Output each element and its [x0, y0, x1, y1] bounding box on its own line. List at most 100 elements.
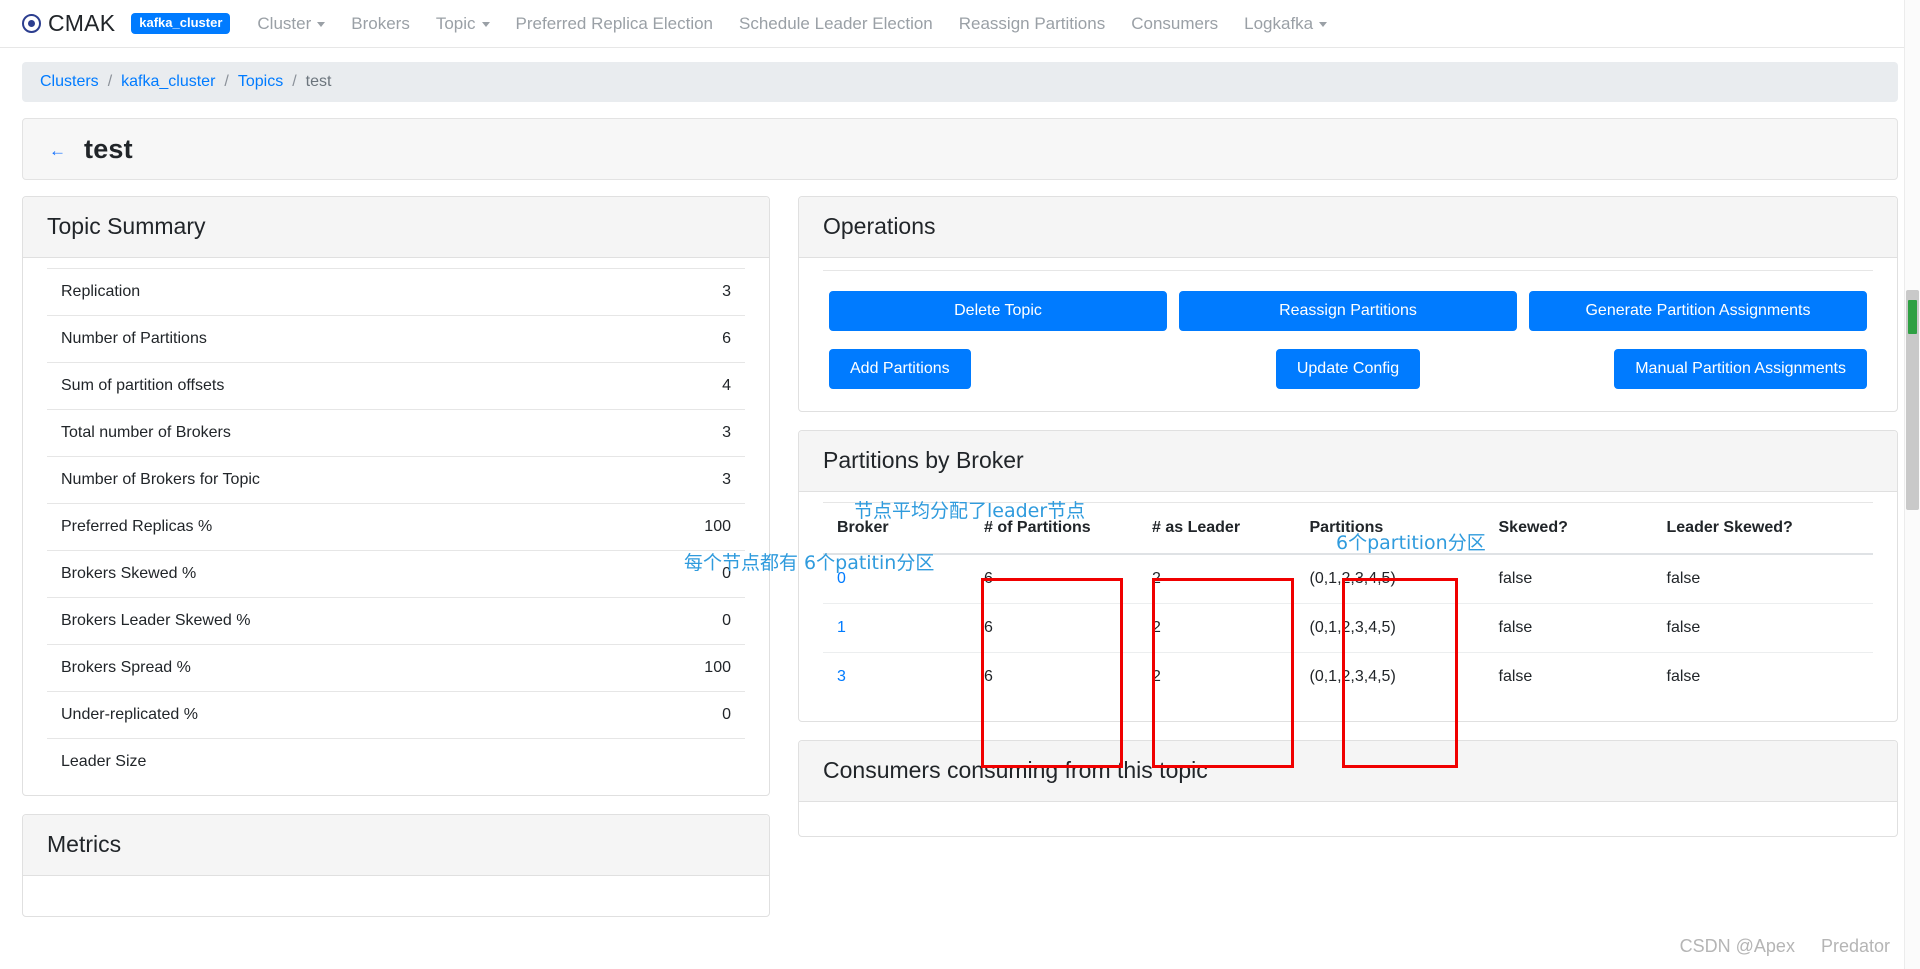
summary-label: Replication: [61, 283, 141, 300]
brand-label: CMAK: [48, 10, 116, 36]
partitions-by-broker-heading: Partitions by Broker: [823, 447, 1024, 473]
nav-item-label: Consumers: [1131, 13, 1219, 33]
breadcrumb-item-current: test: [305, 73, 332, 90]
breadcrumb-item-topics[interactable]: Topics: [238, 73, 283, 91]
broker-link[interactable]: 3: [837, 668, 846, 685]
broker-cell[interactable]: 1: [823, 603, 970, 653]
scrollbar-marker: [1908, 300, 1917, 334]
column-header-as-leader: # as Leader: [1138, 502, 1296, 555]
page-title: test: [84, 133, 133, 164]
breadcrumb-separator: /: [107, 73, 113, 90]
nav-item-label: Reassign Partitions: [958, 13, 1106, 33]
summary-value: 3: [722, 471, 731, 488]
consumers-header: Consumers consuming from this topic: [799, 741, 1897, 802]
partitions-cell: (0,1,2,3,4,5): [1309, 668, 1396, 685]
num-partitions-cell: 6: [970, 603, 1138, 653]
breadcrumb-item-clusters[interactable]: Clusters: [40, 73, 99, 91]
nav-item-label: Brokers: [351, 13, 410, 33]
broker-cell[interactable]: 3: [823, 653, 970, 702]
nav-item-consumers[interactable]: Consumers: [1118, 14, 1231, 34]
table-row: 0 6 2 (0,1,2,3,4,5) false false: [823, 554, 1873, 604]
table-header-row: Broker # of Partitions # as Leader Parti…: [823, 502, 1873, 555]
nav-item-label: Topic: [435, 13, 476, 33]
table-row: Total number of Brokers 3: [47, 409, 745, 457]
delete-topic-button[interactable]: Delete Topic: [829, 291, 1167, 331]
operations-panel: Operations Delete Topic Reassign Partiti…: [798, 196, 1898, 412]
column-header-skewed: Skewed?: [1484, 502, 1653, 555]
nav-item-schedule-leader-election[interactable]: Schedule Leader Election: [726, 14, 946, 34]
table-row: Leader Size: [47, 738, 745, 786]
summary-value: 100: [704, 659, 731, 676]
summary-value: 4: [722, 377, 731, 394]
topic-summary-panel: Topic Summary Replication 3 Number of Pa…: [22, 196, 770, 796]
breadcrumb-separator: /: [224, 73, 229, 90]
summary-value: 100: [704, 518, 731, 535]
table-row: Number of Brokers for Topic 3: [47, 456, 745, 504]
as-leader-cell: 2: [1138, 554, 1296, 604]
consumers-heading: Consumers consuming from this topic: [823, 757, 1208, 783]
nav-item-label: Preferred Replica Election: [515, 13, 713, 33]
summary-label: Under-replicated %: [61, 706, 198, 723]
summary-label: Brokers Leader Skewed %: [61, 612, 251, 629]
skewed-cell: false: [1498, 668, 1533, 685]
nav-item-reassign-partitions[interactable]: Reassign Partitions: [946, 14, 1118, 34]
breadcrumb-separator: /: [292, 73, 297, 90]
watermark-csdn: CSDN @Apex: [1679, 936, 1795, 956]
column-header-num-partitions: # of Partitions: [970, 502, 1138, 555]
metrics-header: Metrics: [23, 815, 769, 876]
as-leader-cell: 2: [1138, 603, 1296, 653]
num-partitions-cell: 6: [984, 668, 993, 685]
summary-label: Brokers Spread %: [61, 659, 191, 676]
operations-heading: Operations: [823, 213, 936, 239]
table-row: Preferred Replicas % 100: [47, 503, 745, 551]
update-config-button[interactable]: Update Config: [1275, 349, 1421, 389]
num-partitions-cell: 6: [970, 554, 1138, 604]
summary-label: Number of Brokers for Topic: [61, 471, 260, 488]
as-leader-cell: 2: [1152, 668, 1161, 685]
leader-skewed-cell: false: [1652, 554, 1873, 604]
nav-item-brokers[interactable]: Brokers: [338, 14, 423, 34]
nav-item-label: Logkafka: [1244, 13, 1314, 33]
chevron-down-icon: [481, 22, 490, 27]
summary-value: 0: [722, 706, 731, 723]
operations-row-2: Add Partitions Update Config Manual Part…: [823, 349, 1873, 389]
column-header-leader-skewed: Leader Skewed?: [1652, 502, 1873, 555]
breadcrumb-item-kafka-cluster[interactable]: kafka_cluster: [121, 73, 215, 91]
partitions-by-broker-table: Broker # of Partitions # as Leader Parti…: [823, 502, 1873, 701]
table-row: Under-replicated % 0: [47, 691, 745, 739]
chevron-down-icon: [317, 22, 326, 27]
broker-cell[interactable]: 0: [823, 554, 970, 604]
summary-label: Brokers Skewed %: [61, 565, 197, 582]
add-partitions-button[interactable]: Add Partitions: [829, 349, 971, 389]
operations-header: Operations: [799, 197, 1897, 258]
left-column: Topic Summary Replication 3 Number of Pa…: [22, 196, 770, 935]
main-content: Topic Summary Replication 3 Number of Pa…: [0, 180, 1920, 935]
table-row: Number of Partitions 6: [47, 315, 745, 363]
partitions-cell: (0,1,2,3,4,5): [1295, 554, 1485, 604]
table-row: Brokers Spread % 100: [47, 644, 745, 692]
nav-item-preferred-replica-election[interactable]: Preferred Replica Election: [503, 14, 726, 34]
nav-item-topic[interactable]: Topic: [423, 14, 503, 34]
manual-partition-assignments-button[interactable]: Manual Partition Assignments: [1614, 349, 1867, 389]
chevron-down-icon: [1319, 22, 1328, 27]
nav-item-cluster[interactable]: Cluster: [244, 14, 338, 34]
summary-value: 3: [722, 424, 731, 441]
table-row: Replication 3: [47, 268, 745, 316]
reassign-partitions-button[interactable]: Reassign Partitions: [1179, 291, 1517, 331]
partitions-by-broker-panel: Partitions by Broker Broker # of Partiti…: [798, 430, 1898, 722]
topic-summary-header: Topic Summary: [23, 197, 769, 258]
summary-label: Preferred Replicas %: [61, 518, 213, 535]
back-arrow-icon[interactable]: ←: [49, 142, 66, 159]
broker-link[interactable]: 0: [837, 570, 846, 587]
nav-item-label: Schedule Leader Election: [739, 13, 933, 33]
top-navbar: CMAK kafka_cluster Cluster Brokers Topic…: [0, 0, 1920, 48]
app-brand[interactable]: CMAK: [22, 10, 115, 37]
nav-item-logkafka[interactable]: Logkafka: [1231, 14, 1340, 34]
summary-label: Sum of partition offsets: [61, 377, 225, 394]
cluster-badge[interactable]: kafka_cluster: [131, 12, 231, 35]
topic-summary-heading: Topic Summary: [47, 213, 206, 239]
table-row: 1 6 2 (0,1,2,3,4,5) false false: [823, 603, 1873, 653]
broker-link[interactable]: 1: [837, 619, 846, 636]
page-scrollbar[interactable]: [1904, 0, 1920, 969]
generate-partition-assignments-button[interactable]: Generate Partition Assignments: [1529, 291, 1867, 331]
